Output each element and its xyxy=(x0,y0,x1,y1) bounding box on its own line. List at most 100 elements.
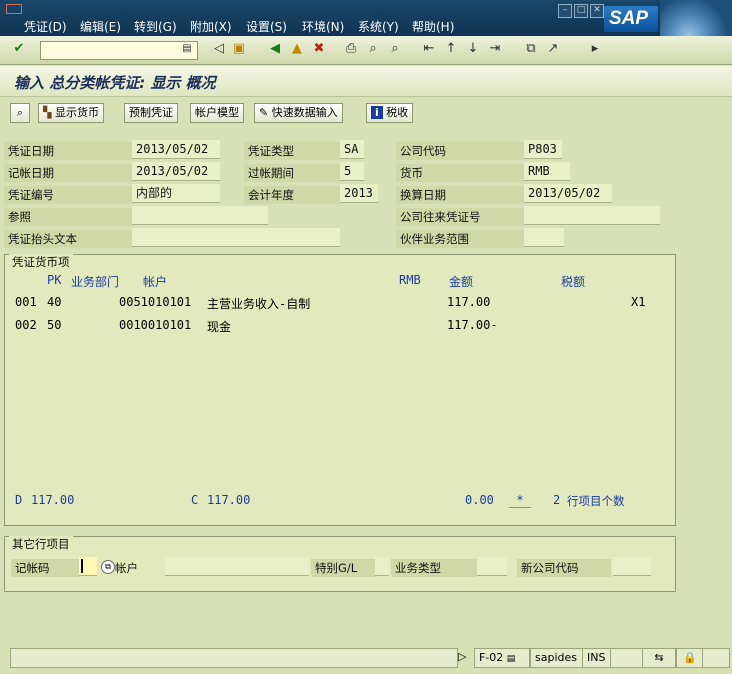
back-arrow-icon[interactable]: ◁ xyxy=(210,40,228,58)
row-account: 0051010101 xyxy=(119,295,192,309)
reference-field[interactable] xyxy=(132,206,268,225)
items-group-title: 凭证货币项 xyxy=(9,254,73,270)
menu-system[interactable]: 系统(Y) xyxy=(358,18,399,35)
sap-logo: SAP xyxy=(604,6,658,32)
account-lookup-icon[interactable]: ⧉ xyxy=(101,560,115,574)
menu-environment[interactable]: 环境(N) xyxy=(302,18,344,35)
info-icon: i xyxy=(371,106,383,119)
currency-field[interactable]: RMB xyxy=(524,162,570,181)
menu-document[interactable]: 凭证(D) xyxy=(24,18,67,35)
posting-key-input[interactable] xyxy=(79,557,97,576)
park-document-button[interactable]: 预制凭证 xyxy=(124,103,178,123)
display-currency-button[interactable]: ▚ 显示货币 xyxy=(38,103,104,123)
account-model-button[interactable]: 帐户模型 xyxy=(190,103,244,123)
help-icon[interactable]: ▸ xyxy=(586,40,604,58)
transaction-type-label: 业务类型 xyxy=(391,559,477,577)
sap-menu-icon[interactable] xyxy=(6,4,22,14)
page-title: 输入 总分类帐凭证: 显示 概况 xyxy=(14,74,216,92)
col-amount: 金额 xyxy=(449,275,474,289)
cancel-icon[interactable]: ✖ xyxy=(310,40,328,58)
col-currency: RMB xyxy=(399,273,421,287)
status-expand-icon[interactable]: ▷ xyxy=(458,650,466,663)
balance-value: 0.00 xyxy=(465,493,494,507)
previous-page-icon[interactable]: ↑ xyxy=(442,40,460,58)
document-date-field[interactable]: 2013/05/02 xyxy=(132,140,220,159)
intercompany-doc-label: 公司往来凭证号 xyxy=(396,208,524,226)
resize-grip-icon[interactable] xyxy=(702,648,730,668)
credit-total: 117.00 xyxy=(207,493,251,507)
create-session-icon[interactable]: ⧉ xyxy=(522,40,540,58)
menu-goto[interactable]: 转到(G) xyxy=(134,18,177,35)
next-page-icon[interactable]: ↓ xyxy=(464,40,482,58)
period-field[interactable]: 5 xyxy=(340,162,364,181)
reference-label: 参照 xyxy=(4,208,134,226)
transaction-type-input[interactable] xyxy=(477,557,507,576)
tax-button[interactable]: i 税收 xyxy=(366,103,414,123)
overview-button[interactable]: ⌕ xyxy=(10,103,30,123)
posting-key-label: 记帐码 xyxy=(11,559,79,577)
menu-extras[interactable]: 附加(X) xyxy=(190,18,232,35)
command-field[interactable] xyxy=(40,41,198,60)
special-gl-label: 特别G/L xyxy=(311,559,375,577)
enter-icon[interactable]: ✔ xyxy=(10,40,28,58)
menu-settings[interactable]: 设置(S) xyxy=(246,18,287,35)
fiscal-year-field[interactable]: 2013 xyxy=(340,184,378,203)
document-items-group: 凭证货币项 PK 业务部门 帐户 RMB 金额 税额 001 40 005101… xyxy=(4,254,676,526)
last-page-icon[interactable]: ⇥ xyxy=(486,40,504,58)
input-mode[interactable]: INS xyxy=(582,648,612,668)
item-count: 2 xyxy=(553,493,561,507)
currency-label: 货币 xyxy=(396,164,524,182)
minimize-icon[interactable]: – xyxy=(558,4,572,18)
print-icon[interactable]: ⎙ xyxy=(342,40,360,58)
row-posting-key: 40 xyxy=(47,295,62,309)
menu-edit[interactable]: 编辑(E) xyxy=(80,18,121,35)
other-items-group-title: 其它行项目 xyxy=(9,536,73,552)
exit-icon[interactable]: ▲ xyxy=(288,40,306,58)
find-next-icon[interactable]: ⌕ xyxy=(386,40,404,58)
col-tax: 税额 xyxy=(561,275,586,289)
lock-icon[interactable]: 🔒 xyxy=(676,648,704,668)
account-input[interactable] xyxy=(165,557,309,576)
document-type-label: 凭证类型 xyxy=(244,142,340,160)
account-label: 帐户 xyxy=(115,561,138,575)
close-icon[interactable]: ✕ xyxy=(590,4,604,18)
title-bar: 输入 总分类帐凭证: 显示 概况 xyxy=(0,66,732,97)
back-icon[interactable]: ◀ xyxy=(266,40,284,58)
row-posting-key: 50 xyxy=(47,318,62,332)
status-message-area xyxy=(10,648,458,668)
shortcut-icon[interactable]: ↗ xyxy=(544,40,562,58)
user-name: sapides xyxy=(530,648,584,668)
menu-bar: 凭证(D) 编辑(E) 转到(G) 附加(X) 设置(S) 环境(N) 系统(Y… xyxy=(0,0,732,60)
translation-date-field[interactable]: 2013/05/02 xyxy=(524,184,612,203)
new-company-code-input[interactable] xyxy=(613,557,651,576)
posting-date-field[interactable]: 2013/05/02 xyxy=(132,162,220,181)
magnifier-icon: ⌕ xyxy=(16,106,24,119)
fast-data-entry-button[interactable]: ✎ 快速数据输入 xyxy=(254,103,343,123)
command-history-icon[interactable]: ▤ xyxy=(178,40,196,58)
maximize-icon[interactable]: □ xyxy=(574,4,588,18)
menu-help[interactable]: 帮助(H) xyxy=(412,18,454,35)
save-icon[interactable]: ▣ xyxy=(230,40,248,58)
header-text-label: 凭证抬头文本 xyxy=(4,230,134,248)
company-code-field[interactable]: P803 xyxy=(524,140,562,159)
first-page-icon[interactable]: ⇤ xyxy=(420,40,438,58)
col-posting-key: PK xyxy=(47,273,62,287)
status-bar: ▷ F-02 ▤ sapides INS ⇆ 🔒 xyxy=(0,644,732,674)
document-type-field[interactable]: SA xyxy=(340,140,364,159)
row-number: 002 xyxy=(15,318,37,332)
status-blank xyxy=(610,648,646,668)
find-icon[interactable]: ⌕ xyxy=(364,40,382,58)
balance-status: * xyxy=(509,493,531,508)
special-gl-input[interactable] xyxy=(375,557,389,576)
other-line-items-group: 其它行项目 记帐码 ⧉ 帐户 特别G/L 业务类型 新公司代码 xyxy=(4,536,676,592)
fiscal-year-label: 会计年度 xyxy=(244,186,340,204)
transaction-code[interactable]: F-02 ▤ xyxy=(474,648,530,668)
row-account: 0010010101 xyxy=(119,318,192,332)
header-text-field[interactable] xyxy=(132,228,340,247)
document-number-field[interactable]: 内部的 xyxy=(132,184,220,203)
intercompany-doc-field[interactable] xyxy=(524,206,660,225)
row-account-name: 主营业务收入-自制 xyxy=(207,297,311,311)
translation-date-label: 换算日期 xyxy=(396,186,524,204)
credit-label: C xyxy=(191,493,199,507)
trading-partner-field[interactable] xyxy=(524,228,564,247)
